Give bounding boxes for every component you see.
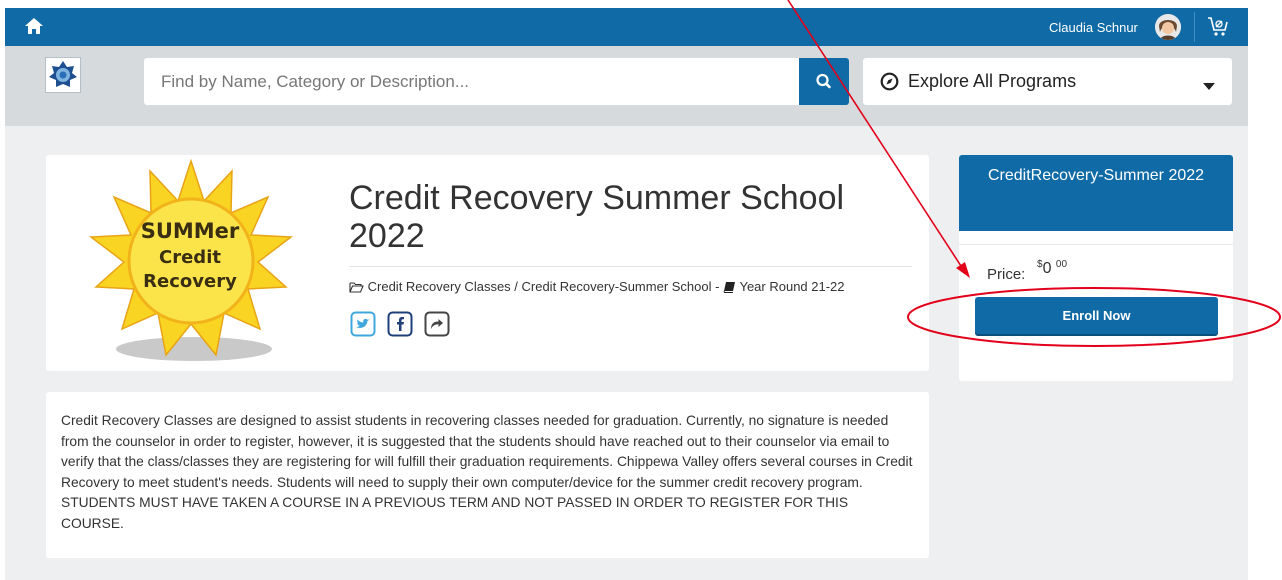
enroll-card-header: CreditRecovery-Summer 2022: [959, 155, 1233, 231]
home-icon[interactable]: [24, 17, 44, 35]
breadcrumb: Credit Recovery Classes / Credit Recover…: [349, 279, 845, 294]
enroll-now-button[interactable]: Enroll Now: [975, 297, 1218, 334]
breadcrumb-path[interactable]: Credit Recovery Classes / Credit Recover…: [368, 279, 720, 294]
breadcrumb-term[interactable]: Year Round 21-22: [739, 279, 844, 294]
share-icon[interactable]: [424, 311, 450, 337]
explore-programs-dropdown[interactable]: Explore All Programs: [863, 58, 1232, 105]
avatar[interactable]: [1155, 14, 1181, 40]
top-nav-bar: Claudia Schnur: [5, 8, 1248, 46]
user-name[interactable]: Claudia Schnur: [1049, 20, 1138, 35]
book-icon: [723, 282, 736, 293]
summer-credit-recovery-image: SUMMer Credit Recovery: [86, 158, 296, 369]
compass-icon: [880, 72, 899, 91]
enroll-card: CreditRecovery-Summer 2022 Price: $0 00 …: [959, 155, 1233, 381]
topbar-divider: [1194, 12, 1195, 42]
enroll-card-divider: [959, 244, 1233, 245]
cart-icon[interactable]: [1206, 15, 1230, 39]
search-bar-area: Explore All Programs: [5, 46, 1248, 126]
program-description: Credit Recovery Classes are designed to …: [46, 392, 929, 558]
image-text-line-3: Recovery: [143, 271, 237, 292]
price-label: Price:: [987, 266, 1026, 283]
page-title: Credit Recovery Summer School 2022: [349, 179, 845, 255]
folder-open-icon: [349, 282, 364, 293]
search-box: [144, 58, 849, 105]
search-input[interactable]: [144, 58, 799, 105]
price-whole: 0: [1042, 260, 1052, 277]
price-value: $0 00: [1037, 259, 1067, 278]
price-cents: 00: [1055, 259, 1068, 270]
facebook-icon[interactable]: [387, 311, 413, 337]
search-icon: [816, 73, 831, 89]
chevron-down-icon: [1203, 78, 1215, 90]
image-text-line-2: Credit: [159, 247, 221, 268]
program-card: SUMMer Credit Recovery Credit Recovery S…: [46, 155, 929, 371]
title-divider: [349, 266, 912, 267]
main-content: SUMMer Credit Recovery Credit Recovery S…: [5, 126, 1248, 580]
twitter-icon[interactable]: [350, 311, 376, 337]
image-text-line-1: SUMMer: [141, 219, 240, 243]
search-button[interactable]: [799, 58, 849, 105]
district-logo[interactable]: [45, 57, 81, 93]
explore-label: Explore All Programs: [908, 71, 1077, 91]
